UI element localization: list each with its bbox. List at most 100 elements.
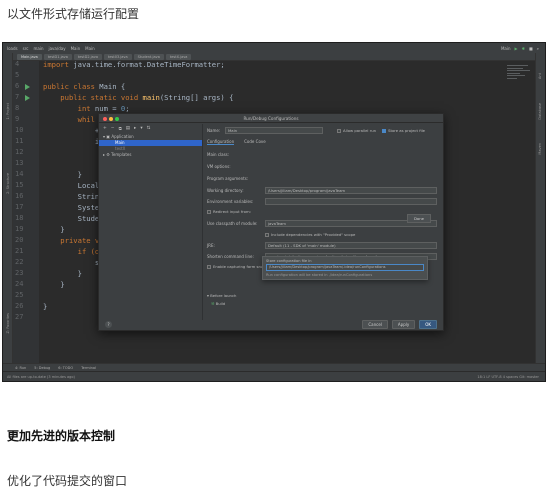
name-input[interactable]: Main bbox=[225, 127, 323, 134]
favorites-tool-button[interactable]: Z: Favorites bbox=[6, 313, 10, 334]
configurations-tree: ▾ ▣ Application Main testX ▸ ⚙ Templates bbox=[99, 134, 202, 158]
popup-done-button[interactable]: Done bbox=[407, 214, 431, 223]
save-icon[interactable]: ▤ bbox=[126, 126, 130, 132]
sort-icon[interactable]: ⇅ bbox=[147, 126, 151, 132]
editor-tab[interactable]: testD1.java bbox=[43, 53, 72, 60]
ide-screenshot: loads src main java/day Main Main Main ▶… bbox=[2, 42, 546, 382]
line-number: 22 bbox=[15, 258, 24, 266]
build-task[interactable]: ⚒ Build bbox=[211, 301, 225, 306]
code-line[interactable]: Stude bbox=[43, 214, 100, 223]
redirect-input-checkbox[interactable]: Redirect input from: bbox=[207, 209, 251, 214]
code-line[interactable]: } bbox=[43, 280, 64, 289]
code-line[interactable]: public static void main(String[] args) { bbox=[43, 93, 233, 102]
code-line[interactable]: } bbox=[43, 302, 47, 311]
tree-toolbar: + − ⧉ ▤ ▸ ▾ ⇅ bbox=[99, 124, 202, 134]
configurations-tree-panel: + − ⧉ ▤ ▸ ▾ ⇅ ▾ ▣ Application Main testX… bbox=[99, 124, 203, 320]
editor-tab[interactable]: testX.java bbox=[165, 53, 192, 60]
line-number: 4 bbox=[15, 60, 20, 68]
editor-tab[interactable]: test03.java bbox=[104, 53, 132, 60]
menu-item[interactable]: src bbox=[23, 46, 29, 51]
editor-tab[interactable]: testD2.java bbox=[73, 53, 102, 60]
working-dir-input[interactable]: /Users/jiliam/Desktop/program/javaTeam bbox=[265, 187, 437, 194]
code-line[interactable]: public class Main { bbox=[43, 82, 125, 91]
env-vars-row: Environment variables: bbox=[207, 198, 437, 205]
before-launch-task-row: ⚒ Build bbox=[207, 300, 437, 307]
env-vars-input[interactable] bbox=[265, 198, 437, 205]
menu-item[interactable]: Main bbox=[71, 46, 81, 51]
menu-item[interactable]: java/day bbox=[48, 46, 65, 51]
run-gutter-icon[interactable] bbox=[25, 84, 30, 90]
code-line[interactable]: } bbox=[43, 225, 64, 234]
code-line[interactable]: import java.time.format.DateTimeFormatte… bbox=[43, 60, 225, 69]
name-row: Name: Main Allow parallel run Store as p… bbox=[207, 127, 437, 134]
debug-icon[interactable]: ✱ bbox=[522, 46, 525, 51]
jre-select[interactable]: Default (11 - SDK of 'main' module) bbox=[265, 242, 437, 249]
editor-tab[interactable]: Student.java bbox=[133, 53, 164, 60]
code-line[interactable]: } bbox=[43, 269, 82, 278]
structure-tool-button[interactable]: 2: Structure bbox=[6, 173, 10, 194]
database-tool-button[interactable]: Database bbox=[538, 103, 542, 120]
config-tabs: Configuration Code Cove bbox=[207, 139, 266, 145]
search-icon[interactable]: ⌕ bbox=[537, 46, 539, 51]
vm-options-label: VM options: bbox=[207, 164, 231, 169]
code-line[interactable]: } bbox=[43, 170, 82, 179]
code-line[interactable]: whil bbox=[43, 115, 95, 124]
ok-button[interactable]: OK bbox=[419, 319, 437, 329]
apply-button[interactable]: Apply bbox=[391, 319, 416, 329]
cancel-button[interactable]: Cancel bbox=[362, 319, 388, 329]
line-number: 21 bbox=[15, 247, 24, 255]
left-tool-strip: 1: Project 2: Structure Z: Favorites bbox=[3, 53, 13, 371]
tab-code-coverage[interactable]: Code Cove bbox=[244, 139, 266, 145]
tree-node-templates[interactable]: ▸ ⚙ Templates bbox=[99, 152, 202, 158]
allow-parallel-checkbox[interactable]: Allow parallel run bbox=[337, 128, 376, 133]
line-number: 6 bbox=[15, 82, 20, 90]
editor-tab[interactable]: Main.java bbox=[17, 53, 42, 60]
code-line[interactable]: i bbox=[43, 137, 99, 146]
line-number: 11 bbox=[15, 137, 24, 145]
line-number: 27 bbox=[15, 313, 24, 321]
popup-path-input[interactable]: /Users/jiliam/Desktop/program/javaTeam/.… bbox=[266, 264, 424, 271]
status-message: All files are up-to-date (3 minutes ago) bbox=[7, 374, 75, 379]
run-config-selector[interactable]: Main bbox=[501, 46, 511, 51]
status-bar: All files are up-to-date (3 minutes ago)… bbox=[3, 371, 545, 381]
store-as-project-file-checkbox[interactable]: Store as project file bbox=[382, 128, 425, 133]
folder-icon[interactable]: ▸ bbox=[134, 126, 136, 132]
project-tool-button[interactable]: 1: Project bbox=[6, 103, 10, 120]
menu-item[interactable]: main bbox=[33, 46, 43, 51]
run-gutter-icon[interactable] bbox=[25, 95, 30, 101]
menu-item[interactable]: loads bbox=[7, 46, 18, 51]
debug-tool-button[interactable]: 5: Debug bbox=[34, 366, 50, 370]
code-line[interactable]: int num = 0; bbox=[43, 104, 130, 113]
add-icon[interactable]: + bbox=[103, 126, 107, 132]
copy-icon[interactable]: ⧉ bbox=[119, 126, 122, 132]
expand-icon[interactable]: ▾ bbox=[140, 126, 142, 132]
code-line[interactable]: Strin bbox=[43, 192, 100, 201]
code-line[interactable]: if (o bbox=[43, 247, 100, 256]
code-line[interactable]: private v bbox=[43, 236, 99, 245]
dialog-footer: ? Cancel Apply OK bbox=[99, 318, 443, 330]
remove-icon[interactable]: − bbox=[111, 126, 115, 132]
include-provided-checkbox[interactable]: Include dependencies with "Provided" sco… bbox=[265, 232, 355, 237]
stop-icon[interactable]: ■ bbox=[529, 46, 533, 51]
terminal-tool-button[interactable]: Terminal bbox=[81, 366, 96, 370]
code-line[interactable]: Syste bbox=[43, 203, 100, 212]
jre-label: JRE: bbox=[207, 243, 215, 248]
tab-configuration[interactable]: Configuration bbox=[207, 139, 235, 145]
run-tool-button[interactable]: 4: Run bbox=[15, 366, 26, 370]
before-launch-toggle[interactable]: ▾ Before launch bbox=[207, 293, 236, 298]
code-line[interactable]: + bbox=[43, 126, 99, 135]
todo-tool-button[interactable]: 6: TODO bbox=[58, 366, 73, 370]
line-number: 5 bbox=[15, 71, 20, 79]
help-button[interactable]: ? bbox=[105, 320, 112, 328]
heading-vcs: 更加先进的版本控制 bbox=[7, 429, 116, 443]
run-icon[interactable]: ▶ bbox=[515, 46, 518, 51]
menu-item[interactable]: Main bbox=[85, 46, 95, 51]
program-args-row: Program arguments: bbox=[207, 175, 437, 182]
ant-tool-button[interactable]: Ant bbox=[538, 73, 542, 79]
classpath-module-row: Use classpath of module: javaTeam bbox=[207, 220, 437, 227]
line-number: 16 bbox=[15, 192, 24, 200]
code-line[interactable]: Local bbox=[43, 181, 100, 190]
maven-tool-button[interactable]: Maven bbox=[538, 143, 542, 155]
classpath-module-label: Use classpath of module: bbox=[207, 221, 258, 226]
code-line[interactable]: s bbox=[43, 258, 99, 267]
